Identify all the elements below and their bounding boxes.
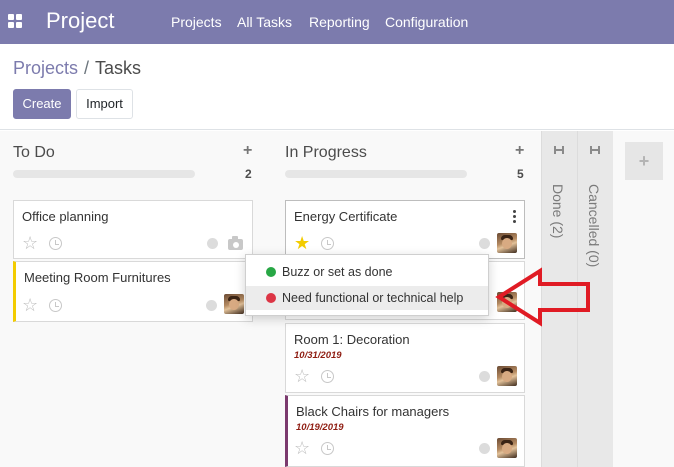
state-option-label: Need functional or technical help <box>282 291 464 305</box>
star-icon[interactable]: ☆ <box>294 439 310 457</box>
folded-column-label: Done (2) <box>550 184 566 239</box>
column-progress-bar[interactable] <box>13 170 195 178</box>
nav-reporting[interactable]: Reporting <box>309 13 370 31</box>
star-icon[interactable]: ☆ <box>294 367 310 385</box>
kanban-state-dot[interactable] <box>206 300 217 311</box>
breadcrumb: Projects / Tasks <box>13 57 141 79</box>
control-panel: Projects / Tasks Create Import <box>0 44 674 130</box>
task-title: Room 1: Decoration <box>294 332 410 347</box>
kanban-state-dot[interactable] <box>207 238 218 249</box>
avatar[interactable] <box>497 438 517 458</box>
star-icon[interactable]: ★ <box>294 234 310 252</box>
breadcrumb-current: Tasks <box>95 58 142 78</box>
breadcrumb-separator: / <box>84 58 90 78</box>
app-title: Project <box>46 8 115 33</box>
kanban-state-dot[interactable] <box>479 238 490 249</box>
breadcrumb-projects-link[interactable]: Projects <box>13 58 78 78</box>
red-dot-icon <box>266 293 276 303</box>
column-count: 2 <box>245 167 252 181</box>
task-title: Black Chairs for managers <box>296 404 450 419</box>
apps-menu-icon[interactable] <box>8 14 22 28</box>
add-column-button[interactable]: + <box>625 142 663 180</box>
task-deadline: 10/19/2019 <box>296 422 344 433</box>
column-title-todo: To Do <box>13 144 55 161</box>
task-card[interactable]: Office planning ☆ <box>13 200 253 259</box>
task-title: Energy Certificate <box>294 209 398 224</box>
green-dot-icon <box>266 267 276 277</box>
clock-icon[interactable] <box>321 370 334 383</box>
task-title: Office planning <box>22 209 109 224</box>
task-card[interactable]: Room 1: Decoration 10/31/2019 ☆ <box>285 323 525 393</box>
nav-projects[interactable]: Projects <box>171 13 222 31</box>
import-button[interactable]: Import <box>76 89 133 119</box>
state-option-blocked[interactable]: Need functional or technical help <box>246 286 488 310</box>
top-navbar: Project Projects All Tasks Reporting Con… <box>0 0 674 44</box>
create-button[interactable]: Create <box>13 89 71 119</box>
kanban-state-dot[interactable] <box>479 443 490 454</box>
avatar[interactable] <box>224 294 244 314</box>
folded-column-label: Cancelled (0) <box>586 184 602 268</box>
column-cancelled-folded[interactable]: Cancelled (0) <box>577 131 613 467</box>
clock-icon[interactable] <box>49 299 62 312</box>
column-done-folded[interactable]: Done (2) <box>541 131 577 467</box>
column-progress-bar[interactable] <box>285 170 467 178</box>
avatar[interactable] <box>497 233 517 253</box>
kanban-state-dropdown: Buzz or set as done Need functional or t… <box>245 254 489 316</box>
kanban-state-dot[interactable] <box>479 371 490 382</box>
clock-icon[interactable] <box>321 442 334 455</box>
state-option-done[interactable]: Buzz or set as done <box>246 260 488 284</box>
task-card[interactable]: Meeting Room Furnitures ☆ <box>13 261 253 322</box>
clock-icon[interactable] <box>49 237 62 250</box>
avatar[interactable] <box>497 366 517 386</box>
nav-configuration[interactable]: Configuration <box>385 13 468 31</box>
state-option-label: Buzz or set as done <box>282 265 393 279</box>
task-card[interactable]: Energy Certificate ★ <box>285 200 525 259</box>
star-icon[interactable]: ☆ <box>22 296 38 314</box>
unfold-icon <box>554 146 564 154</box>
nav-all-tasks[interactable]: All Tasks <box>237 13 292 31</box>
clock-icon[interactable] <box>321 237 334 250</box>
avatar[interactable] <box>497 292 517 312</box>
kebab-menu-icon[interactable] <box>513 210 517 224</box>
camera-icon <box>228 236 243 250</box>
task-card[interactable]: Black Chairs for managers 10/19/2019 ☆ <box>285 395 525 467</box>
column-count: 5 <box>517 167 524 181</box>
task-title: Meeting Room Furnitures <box>24 270 171 285</box>
column-title-in-progress: In Progress <box>285 144 367 161</box>
star-icon[interactable]: ☆ <box>22 234 38 252</box>
task-deadline: 10/31/2019 <box>294 350 342 361</box>
unfold-icon <box>590 146 600 154</box>
column-add-icon[interactable]: + <box>243 143 252 159</box>
column-add-icon[interactable]: + <box>515 143 524 159</box>
